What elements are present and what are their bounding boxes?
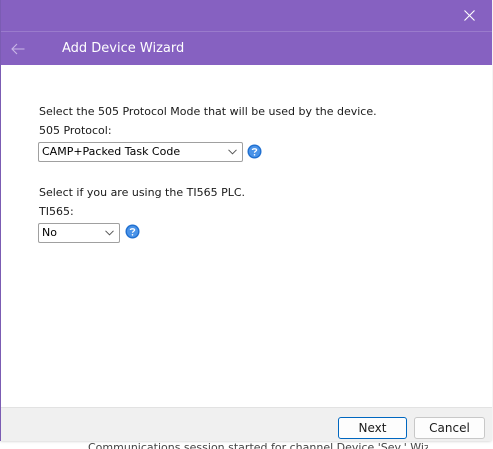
screen: Communications session started for chann… [0, 0, 493, 449]
back-arrow-icon [11, 43, 25, 55]
ti565-select[interactable]: No [38, 223, 120, 243]
back-button[interactable] [7, 39, 29, 59]
protocol-instruction: Select the 505 Protocol Mode that will b… [39, 105, 377, 118]
protocol-field-label: 505 Protocol: [39, 124, 112, 137]
chevron-down-icon [105, 230, 114, 236]
chevron-down-icon [228, 149, 237, 155]
dialog-title: Add Device Wizard [62, 41, 185, 56]
protocol-help-icon[interactable] [247, 144, 262, 159]
protocol-select[interactable]: CAMP+Packed Task Code [38, 142, 243, 162]
next-button[interactable]: Next [338, 417, 407, 439]
wizard-content: Select the 505 Protocol Mode that will b… [1, 65, 492, 407]
wizard-footer: Next Cancel [1, 407, 492, 441]
close-button[interactable] [446, 0, 492, 31]
add-device-wizard-dialog: Add Device Wizard Select the 505 Protoco… [0, 0, 492, 441]
protocol-select-value: CAMP+Packed Task Code [42, 145, 181, 158]
ti565-help-icon[interactable] [125, 224, 140, 239]
cancel-button[interactable]: Cancel [414, 417, 485, 439]
background-app-text: Communications session started for chann… [88, 441, 428, 449]
ti565-instruction: Select if you are using the TI565 PLC. [39, 186, 246, 199]
wizard-header: Add Device Wizard [1, 31, 492, 65]
ti565-field-label: TI565: [39, 205, 74, 218]
dialog-titlebar [1, 0, 492, 31]
close-icon [463, 10, 475, 21]
ti565-select-value: No [42, 226, 57, 239]
